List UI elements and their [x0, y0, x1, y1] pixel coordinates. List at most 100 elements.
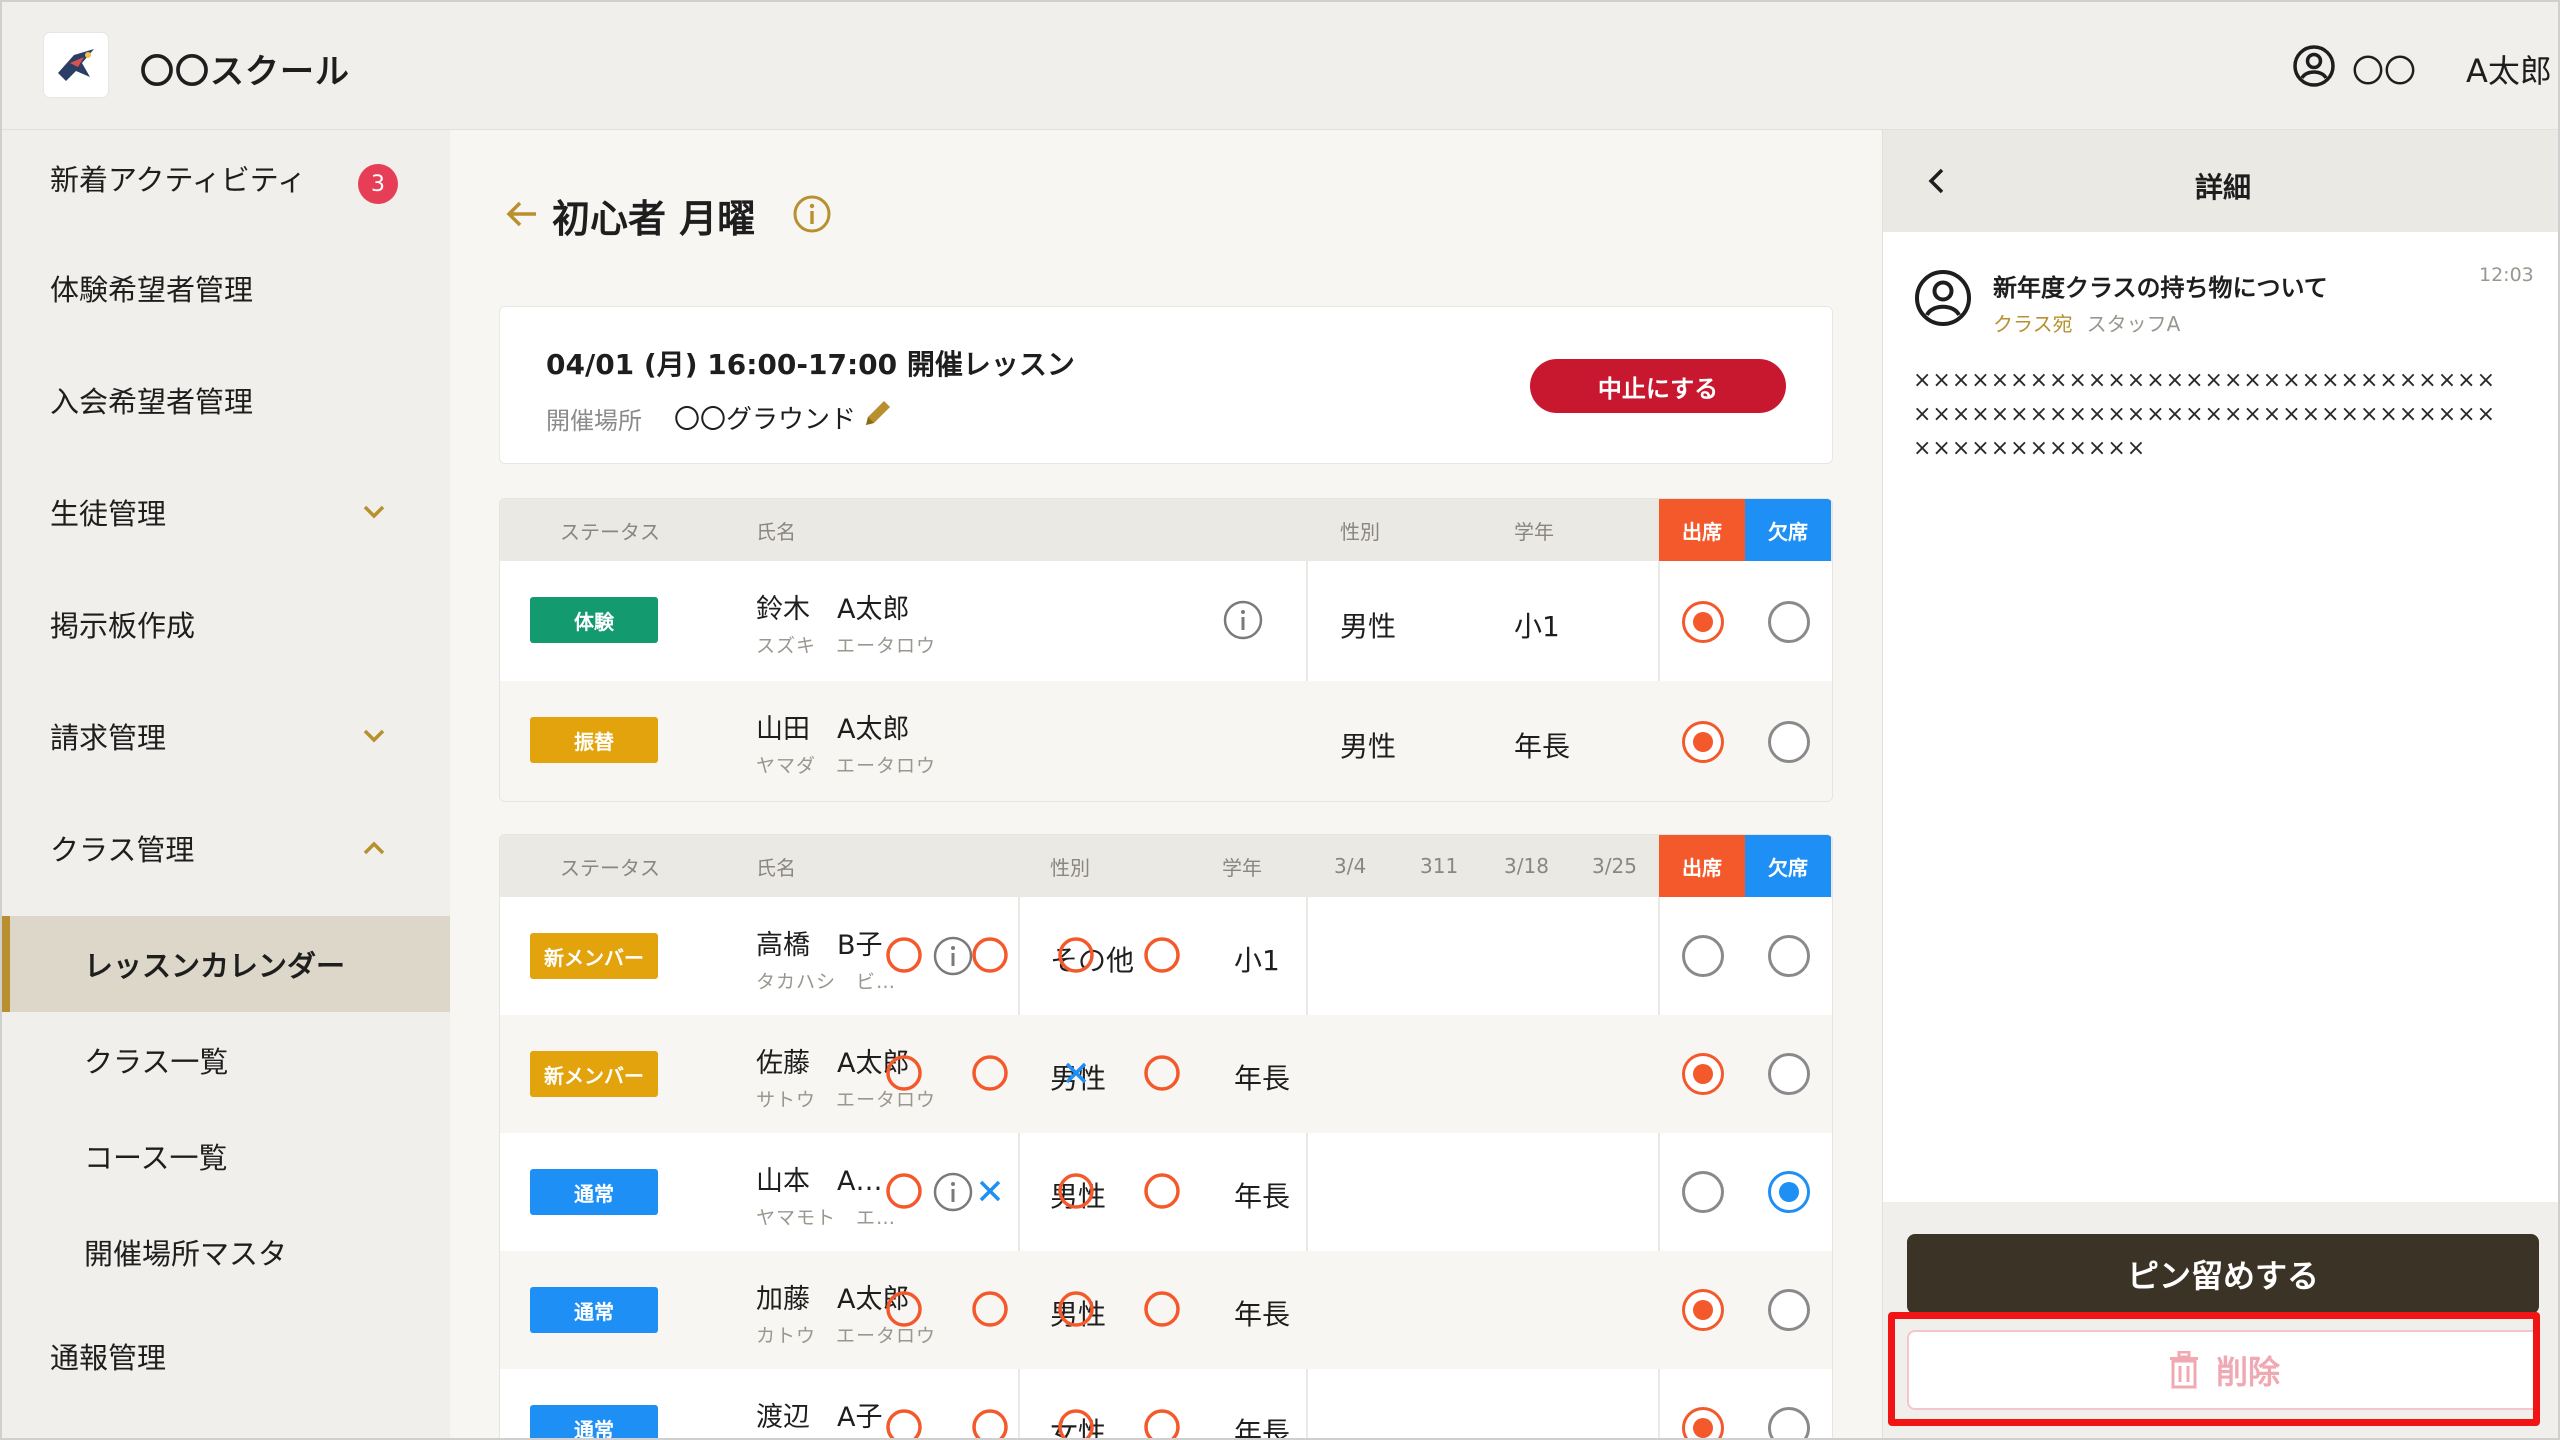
present-mark-icon [972, 1291, 1008, 1327]
col-gender: 性別 [1340, 519, 1380, 544]
app-frame: 〇〇スクール 〇〇 A太郎 新着アクティビティ 3 体験希望者管理 入会希望者管理… [0, 0, 2560, 1440]
status-badge: 体験 [530, 597, 658, 643]
message-time: 12:03 [2479, 264, 2534, 286]
sidebar-item-class-management[interactable]: クラス管理 [2, 800, 450, 896]
student-name[interactable]: 鈴木 A太郎 [756, 587, 909, 626]
school-logo [44, 33, 108, 97]
col-status: ステータス [560, 855, 660, 880]
gender-value: 男性 [1340, 610, 1397, 643]
table-header: ステータス 氏名 性別 学年 3/4 311 3/18 3/25 出席 欠席 [500, 835, 1832, 897]
sidebar-item-course-list[interactable]: コース一覧 [2, 1108, 450, 1204]
present-mark-icon [972, 1055, 1008, 1091]
status-badge: 通常 [530, 1169, 658, 1215]
sidebar-item-students[interactable]: 生徒管理 [2, 464, 450, 560]
sidebar-item-new-activity[interactable]: 新着アクティビティ 3 [2, 130, 450, 226]
absent-mark-icon [979, 1180, 1001, 1202]
chevron-up-icon [363, 841, 385, 855]
sidebar-item-label: 請求管理 [50, 721, 167, 755]
sidebar-item-venue-master[interactable]: 開催場所マスタ [2, 1204, 450, 1300]
sidebar-item-join-applicants[interactable]: 入会希望者管理 [2, 352, 450, 448]
present-mark-icon [972, 1409, 1008, 1438]
sidebar-item-label: 開催場所マスタ [84, 1237, 288, 1271]
message-sender: スタッフA [2086, 312, 2181, 336]
present-mark-icon [972, 937, 1008, 973]
attend-radio[interactable] [1682, 721, 1724, 763]
grade-value: 年長 [1234, 1416, 1291, 1440]
app-header: 〇〇スクール 〇〇 A太郎 [2, 2, 2558, 130]
sidebar-item-label: コース一覧 [84, 1141, 228, 1175]
present-mark-icon [1058, 1409, 1094, 1438]
attend-radio[interactable] [1682, 1171, 1724, 1213]
absent-radio[interactable] [1768, 1171, 1810, 1213]
grade-value: 年長 [1234, 1298, 1291, 1331]
table-header: ステータス 氏名 性別 学年 出席 欠席 [500, 499, 1832, 561]
info-icon[interactable] [932, 935, 974, 977]
user-name[interactable]: 〇〇 A太郎 [2352, 46, 2552, 92]
absent-mark-icon [1065, 1062, 1087, 1084]
attend-radio[interactable] [1682, 935, 1724, 977]
trial-students-table: ステータス 氏名 性別 学年 出席 欠席 体験 鈴木 A太郎 スズキ エータロウ… [499, 498, 1833, 802]
sidebar-item-label: クラス管理 [50, 833, 195, 867]
student-name[interactable]: 高橋 B子 [756, 923, 883, 962]
attend-radio[interactable] [1682, 1289, 1724, 1331]
student-name[interactable]: 山田 A太郎 [756, 707, 909, 746]
detail-title: 詳細 [2194, 171, 2251, 204]
info-icon[interactable] [932, 1171, 974, 1213]
sidebar-item-label: クラス一覧 [84, 1045, 229, 1079]
absent-radio[interactable] [1768, 1289, 1810, 1331]
sidebar-item-label: レッスンカレンダー [84, 949, 346, 983]
sidebar-item-trial-applicants[interactable]: 体験希望者管理 [2, 240, 450, 336]
info-icon[interactable] [792, 194, 832, 234]
present-mark-icon [886, 937, 922, 973]
attend-radio[interactable] [1682, 1407, 1724, 1438]
sidebar-item-bulletin[interactable]: 掲示板作成 [2, 576, 450, 672]
absent-radio[interactable] [1768, 1053, 1810, 1095]
attend-radio[interactable] [1682, 1053, 1724, 1095]
col-grade: 学年 [1514, 519, 1554, 544]
sidebar-item-reports[interactable]: 通報管理 [2, 1308, 450, 1404]
chevron-down-icon [363, 729, 385, 743]
app-title: 〇〇スクール [140, 52, 350, 92]
cancel-lesson-button[interactable]: 中止にする [1530, 359, 1786, 413]
grade-value: 小1 [1234, 944, 1280, 977]
user-account-icon[interactable] [2292, 44, 2336, 88]
present-mark-icon [1058, 1173, 1094, 1209]
attend-radio[interactable] [1682, 601, 1724, 643]
student-name[interactable]: 渡辺 A子 [756, 1395, 882, 1434]
back-arrow-icon[interactable] [504, 196, 540, 232]
absent-radio[interactable] [1768, 601, 1810, 643]
col-date-1: 3/4 [1334, 854, 1367, 878]
edit-pencil-icon[interactable] [860, 395, 896, 431]
sidebar-item-billing[interactable]: 請求管理 [2, 688, 450, 784]
sidebar-item-lesson-calendar[interactable]: レッスンカレンダー [2, 916, 450, 1012]
absent-radio[interactable] [1768, 721, 1810, 763]
table-row: 体験 鈴木 A太郎 スズキ エータロウ 男性 小1 [500, 561, 1832, 681]
user-name-prefix: 〇〇 [2352, 52, 2417, 90]
info-icon[interactable] [1222, 599, 1264, 641]
sidebar-item-label: 新着アクティビティ [50, 163, 307, 197]
absent-radio[interactable] [1768, 1407, 1810, 1438]
message-text: ××××××××××××××××××××××××××××××××××××××××… [1913, 368, 2497, 461]
lesson-datetime: 04/01 (月) 16:00-17:00 開催レッスン [546, 348, 1075, 381]
pin-button[interactable]: ピン留めする [1907, 1234, 2539, 1314]
status-badge: 新メンバー [530, 1051, 658, 1097]
venue-name: 〇〇グラウンド [674, 405, 857, 435]
detail-panel: 詳細 新年度クラスの持ち物について クラス宛 スタッフA 12:03 ××××××… [1882, 130, 2558, 1438]
col-date-3: 3/18 [1504, 854, 1549, 878]
col-name: 氏名 [756, 519, 796, 544]
table-row: 振替 山田 A太郎 ヤマダ エータロウ 男性 年長 [500, 681, 1832, 801]
present-mark-icon [886, 1291, 922, 1327]
sidebar-item-class-list[interactable]: クラス一覧 [2, 1012, 450, 1108]
col-name: 氏名 [756, 855, 796, 880]
present-mark-icon [1058, 937, 1094, 973]
sidebar-item-label: 掲示板作成 [50, 609, 196, 643]
col-grade: 学年 [1222, 855, 1262, 880]
status-badge: 新メンバー [530, 933, 658, 979]
grade-value: 年長 [1234, 1062, 1291, 1095]
absent-radio[interactable] [1768, 935, 1810, 977]
present-mark-icon [1144, 1409, 1180, 1438]
student-name[interactable]: 山本 A… [756, 1159, 882, 1198]
present-mark-icon [1144, 937, 1180, 973]
col-attend: 出席 [1659, 835, 1745, 897]
members-table: ステータス 氏名 性別 学年 3/4 311 3/18 3/25 出席 欠席 新… [499, 834, 1833, 1440]
